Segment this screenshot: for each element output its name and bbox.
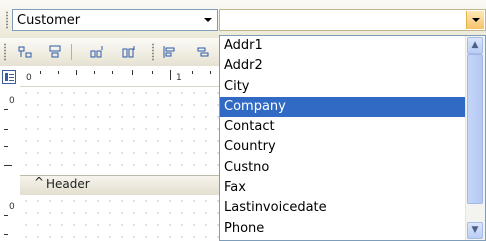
align-top-icon[interactable] <box>46 43 64 61</box>
scroll-down-button[interactable]: ▼ <box>467 222 483 239</box>
vertical-ruler: 0 0 <box>0 86 21 241</box>
align-left-icon[interactable] <box>16 43 34 61</box>
toolbar-grip[interactable] <box>152 43 154 61</box>
header-band[interactable] <box>20 195 220 241</box>
field-list: Addr1 Addr2 City Company Contact Country… <box>220 36 466 240</box>
header-band-bar[interactable]: ^ Header <box>20 175 220 196</box>
vertical-scrollbar[interactable]: ▲ ▼ <box>465 36 485 240</box>
object-combo[interactable]: Customer <box>12 9 218 31</box>
toolbar-separator <box>71 44 72 60</box>
toolbar-grip[interactable] <box>6 11 8 29</box>
chevron-down-icon <box>204 18 212 22</box>
ruler-label: 1 <box>176 73 182 83</box>
align-right-icon[interactable] <box>160 43 178 61</box>
list-item-selected[interactable]: Company <box>220 96 466 118</box>
collapse-caret-icon[interactable]: ^ <box>34 175 44 189</box>
field-combo-arrow[interactable] <box>466 11 484 29</box>
list-item[interactable]: Custno <box>220 158 466 178</box>
list-item[interactable]: Phone <box>220 219 466 239</box>
list-item[interactable]: Addr1 <box>220 36 466 56</box>
chevron-down-icon: ▼ <box>471 225 479 235</box>
align-center-icon[interactable] <box>194 43 212 61</box>
list-item[interactable]: Fax <box>220 178 466 198</box>
object-combo-arrow[interactable] <box>200 11 216 29</box>
scroll-thumb[interactable] <box>467 54 483 204</box>
list-item[interactable]: Lastinvoicedate <box>220 198 466 218</box>
list-item[interactable]: City <box>220 77 466 97</box>
list-item[interactable]: Country <box>220 137 466 157</box>
chevron-up-icon: ▲ <box>471 40 479 50</box>
object-combo-value: Customer <box>17 13 81 28</box>
same-width-icon[interactable] <box>120 43 138 61</box>
list-item[interactable]: Contact <box>220 117 466 137</box>
field-combo[interactable] <box>219 9 486 31</box>
ruler-label: 0 <box>9 96 15 106</box>
ruler-label: 0 <box>9 202 15 212</box>
same-height-icon[interactable] <box>88 43 106 61</box>
ruler-settings-icon[interactable] <box>2 70 16 84</box>
page-header-band[interactable] <box>20 87 220 175</box>
ruler-label: 0 <box>26 73 32 83</box>
header-band-label: Header <box>46 177 90 191</box>
scroll-up-button[interactable]: ▲ <box>467 37 483 54</box>
field-dropdown-list[interactable]: Addr1 Addr2 City Company Contact Country… <box>219 35 486 241</box>
list-item[interactable]: Addr2 <box>220 56 466 76</box>
horizontal-ruler: 0 1 <box>20 70 220 87</box>
toolbar-grip[interactable] <box>4 43 6 61</box>
chevron-down-icon <box>471 18 480 22</box>
